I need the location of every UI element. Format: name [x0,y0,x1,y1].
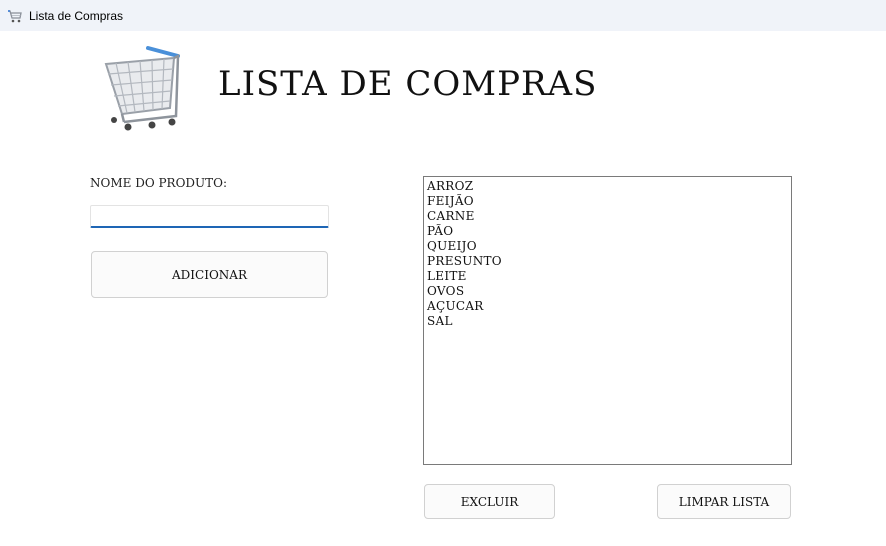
list-item[interactable]: OVOS [427,284,788,299]
list-item[interactable]: PÃO [427,224,788,239]
app-window: Lista de Compras LISTA DE COMPRAS NOME D… [0,0,886,546]
list-item[interactable]: AÇUCAR [427,299,788,314]
list-item[interactable]: FEIJÃO [427,194,788,209]
list-item[interactable]: PRESUNTO [427,254,788,269]
list-item[interactable]: SAL [427,314,788,329]
product-name-label: NOME DO PRODUTO: [90,176,228,190]
clear-list-button[interactable]: LIMPAR LISTA [657,484,791,519]
shopping-list[interactable]: ARROZ FEIJÃO CARNE PÃO QUEIJO PRESUNTO L… [423,176,792,465]
page-title: LISTA DE COMPRAS [218,64,598,104]
window-title: Lista de Compras [29,8,124,23]
list-item[interactable]: ARROZ [427,179,788,194]
add-button[interactable]: ADICIONAR [91,251,328,298]
product-name-input[interactable] [90,205,329,228]
shopping-cart-icon [7,8,23,24]
list-item[interactable]: QUEIJO [427,239,788,254]
list-item[interactable]: LEITE [427,269,788,284]
list-item[interactable]: CARNE [427,209,788,224]
title-bar[interactable]: Lista de Compras [0,0,886,31]
delete-button[interactable]: EXCLUIR [424,484,555,519]
shopping-cart-icon [100,42,184,132]
